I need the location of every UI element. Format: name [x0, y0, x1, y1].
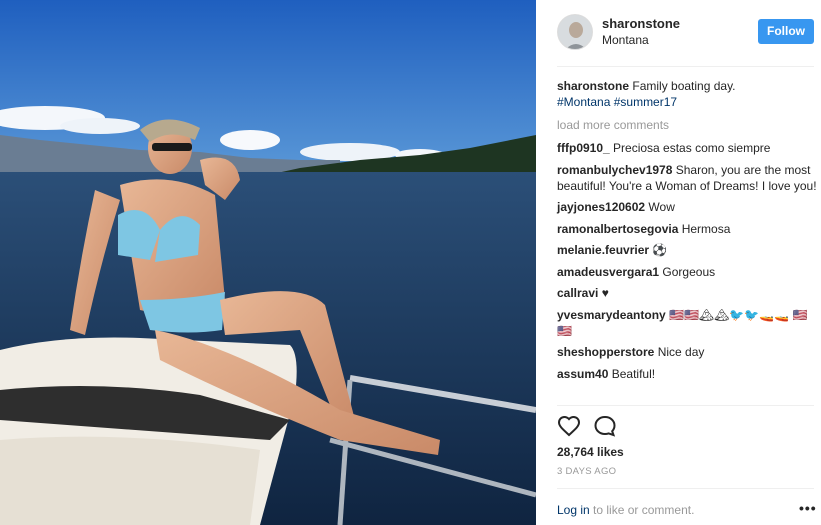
comment-bubble-icon[interactable]: [593, 414, 617, 443]
comment-item: ramonalbertosegovia Hermosa: [557, 221, 819, 237]
comment-item: sheshopperstore Nice day: [557, 344, 819, 360]
actions-divider: [557, 405, 814, 406]
action-bar: [557, 414, 814, 438]
comment-username[interactable]: ramonalbertosegovia: [557, 222, 678, 236]
comment-text: Nice day: [657, 345, 705, 359]
comment-username[interactable]: fffp0910_: [557, 141, 610, 155]
comment-username[interactable]: assum40: [557, 367, 608, 381]
comment-item: amadeusvergara1 Gorgeous: [557, 264, 819, 280]
login-link[interactable]: Log in: [557, 503, 590, 517]
caption-username[interactable]: sharonstone: [557, 79, 629, 93]
comment-text: Beatiful!: [611, 366, 656, 381]
login-prompt-text: to like or comment.: [593, 503, 695, 517]
comment-text: Gorgeous: [662, 264, 716, 279]
login-prompt: Log in to like or comment.: [557, 503, 694, 517]
footer-divider: [557, 488, 814, 489]
comment-item: melanie.feuvrier ⚽: [557, 242, 819, 258]
post-header: sharonstone Montana Follow: [536, 0, 821, 66]
header-divider: [557, 66, 814, 67]
hashtag-montana[interactable]: #Montana: [557, 95, 610, 109]
photo-image: [0, 0, 536, 525]
comment-item: jayjones120602 Wow: [557, 199, 819, 215]
caption: sharonstone Family boating day. #Montana…: [557, 78, 819, 110]
comment-username[interactable]: jayjones120602: [557, 200, 645, 214]
post-timestamp: 3 DAYS AGO: [557, 466, 617, 477]
comment-item: romanbulychev1978 Sharon, you are the mo…: [557, 162, 819, 194]
follow-button[interactable]: Follow: [758, 19, 814, 44]
post-username[interactable]: sharonstone: [602, 16, 680, 31]
heart-icon[interactable]: [557, 414, 581, 443]
comment-text: ⚽: [652, 243, 668, 257]
comment-text: Preciosa estas como siempre: [613, 141, 771, 155]
comment-item: callravi ♥: [557, 285, 819, 301]
comment-item: yvesmarydeantony 🇺🇸🇺🇸🏔🏔🐦🐦🚤🚤 🇺🇸🇺🇸: [557, 307, 819, 339]
hashtag-summer17[interactable]: #summer17: [614, 95, 677, 109]
comment-username[interactable]: amadeusvergara1: [557, 265, 659, 279]
comment-item: fffp0910_ Preciosa estas como siempre: [557, 140, 819, 156]
comment-username[interactable]: melanie.feuvrier: [557, 243, 649, 257]
comment-item: assum40 Beatiful!: [557, 366, 819, 382]
comment-text: Hermosa: [681, 221, 731, 236]
comment-text: ♥: [601, 286, 609, 300]
post-photo[interactable]: [0, 0, 536, 525]
post-location[interactable]: Montana: [602, 33, 649, 47]
comment-text: Wow: [648, 200, 675, 214]
avatar-image: [558, 15, 592, 49]
comment-username[interactable]: romanbulychev1978: [557, 163, 672, 177]
comment-username[interactable]: yvesmarydeantony: [557, 308, 666, 322]
likes-count[interactable]: 28,764 likes: [557, 445, 624, 459]
post-side-panel: sharonstone Montana Follow sharonstone F…: [536, 0, 821, 525]
caption-text: Family boating day.: [632, 79, 736, 93]
comments-list: sharonstone Family boating day. #Montana…: [557, 78, 819, 387]
avatar[interactable]: [557, 14, 593, 50]
more-options-icon[interactable]: •••: [799, 500, 817, 516]
load-more-comments-link[interactable]: load more comments: [557, 117, 819, 133]
comment-username[interactable]: sheshopperstore: [557, 345, 654, 359]
comment-username[interactable]: callravi: [557, 286, 598, 300]
